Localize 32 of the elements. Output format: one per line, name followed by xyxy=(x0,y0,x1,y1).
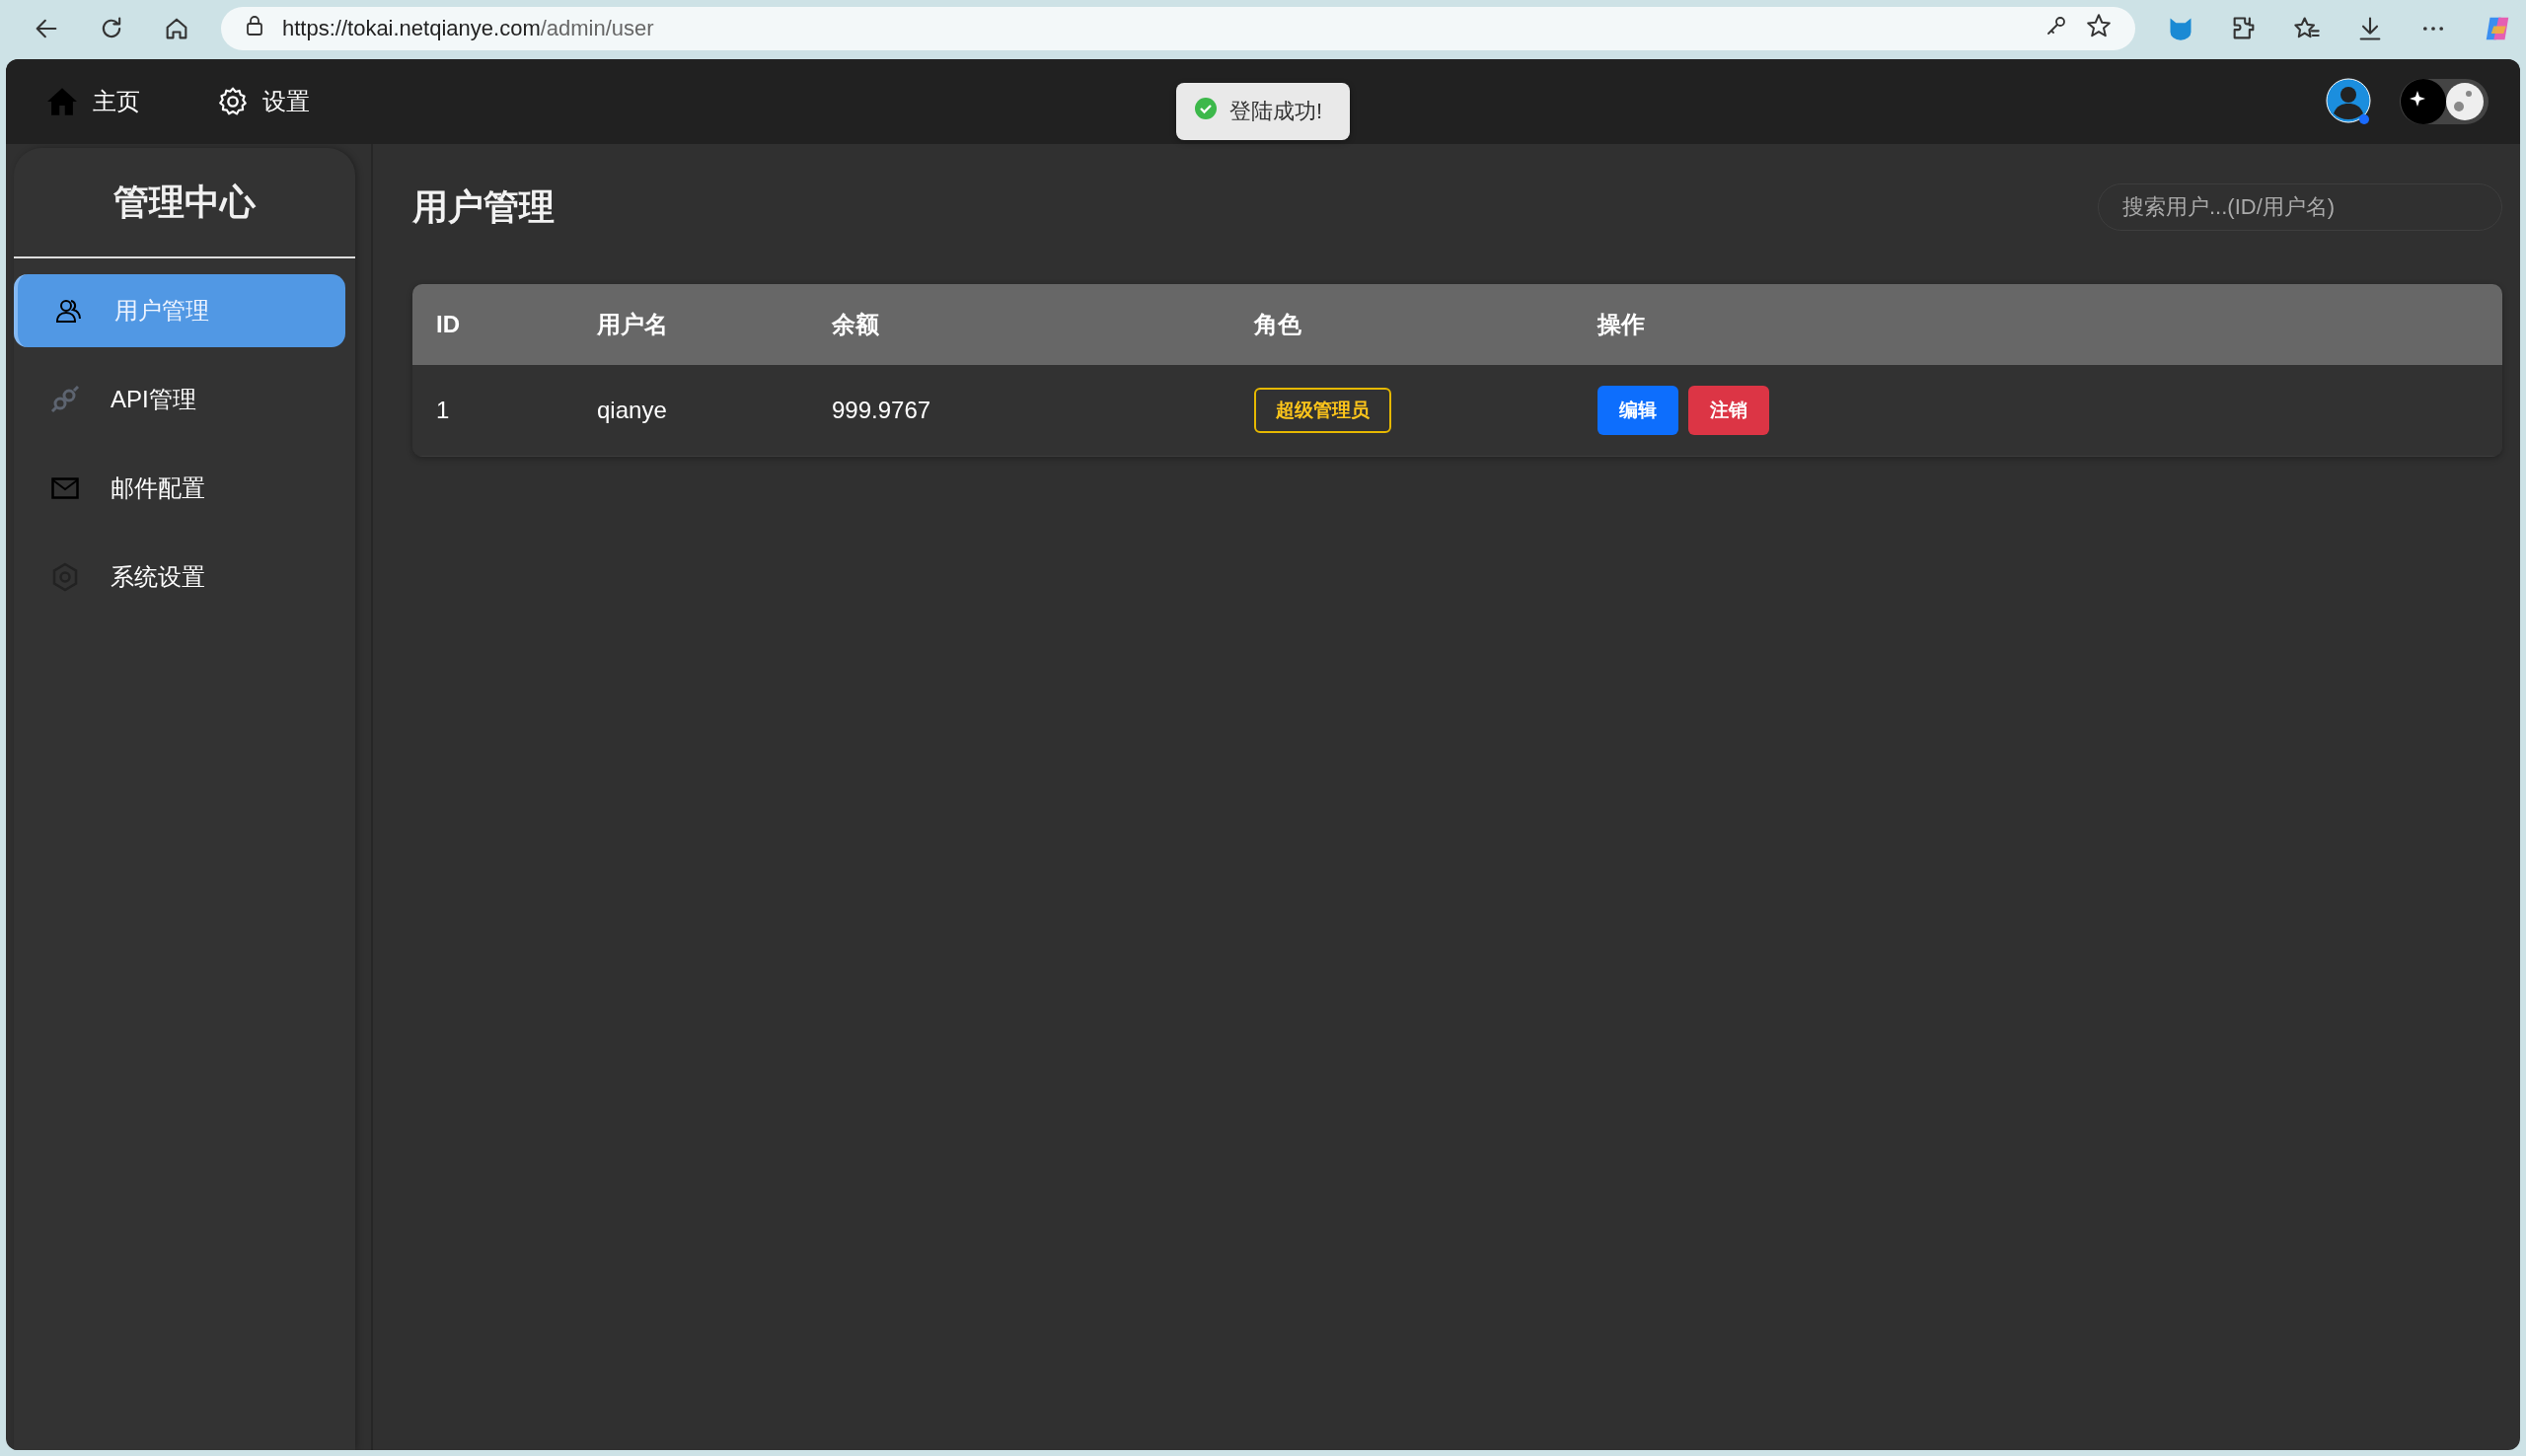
search-field[interactable]: 搜索用户...(ID/用户名) xyxy=(2098,183,2502,231)
column-header: 角色 xyxy=(1230,284,1574,365)
sidebar-title: 管理中心 xyxy=(112,180,257,224)
nav-link[interactable]: 设置 xyxy=(213,82,314,121)
sidebar-item[interactable]: API管理 xyxy=(14,363,345,436)
theme-toggle-icon[interactable] xyxy=(2400,77,2489,126)
sidebar-item[interactable]: 系统设置 xyxy=(14,541,345,614)
settings-icon xyxy=(217,86,249,117)
key-icon[interactable] xyxy=(2044,14,2068,37)
column-header: 操作 xyxy=(1574,284,2502,365)
lock-icon xyxy=(245,15,264,36)
role-badge: 超级管理员 xyxy=(1254,388,1391,433)
delete-button[interactable]: 注销 xyxy=(1688,386,1769,435)
address-bar[interactable]: https://tokai.netqianye.com/admin/user xyxy=(221,7,2135,50)
mail-icon xyxy=(51,477,79,499)
sidebar-item[interactable]: 邮件配置 xyxy=(14,452,345,525)
table-cell: 999.9767 xyxy=(808,365,1230,457)
users-icon xyxy=(55,298,83,324)
star-icon[interactable] xyxy=(2086,13,2112,38)
table-cell: qianye xyxy=(573,365,808,457)
column-header: 余额 xyxy=(808,284,1230,365)
plug-icon xyxy=(50,386,80,413)
edit-button[interactable]: 编辑 xyxy=(1597,386,1678,435)
home-icon xyxy=(45,87,79,116)
check-circle-icon xyxy=(1194,97,1218,120)
success-toast: 登陆成功! xyxy=(1176,83,1351,140)
user-avatar-icon[interactable] xyxy=(2325,77,2374,126)
page-title: 用户管理 xyxy=(412,184,555,229)
table-cell: 1 xyxy=(412,365,573,457)
column-header: 用户名 xyxy=(573,284,808,365)
column-header: ID xyxy=(412,284,573,365)
nav-link[interactable]: 主页 xyxy=(41,82,144,121)
